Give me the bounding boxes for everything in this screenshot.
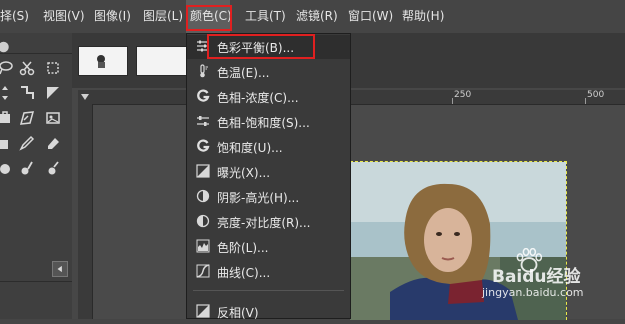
- ruler-label-250: 250: [454, 90, 472, 100]
- menu-item-saturation[interactable]: 饱和度(U)...: [187, 135, 350, 159]
- horizontal-ruler[interactable]: [92, 90, 625, 105]
- move-icon[interactable]: [0, 82, 16, 104]
- colors-menu-dropdown: 色彩平衡(B)... 色温(E)... 色相-浓度(C)... 色相-饱和度(S…: [186, 33, 351, 320]
- menu-item-color-temperature[interactable]: 色温(E)...: [187, 60, 350, 84]
- menu-item-label: 色温(E)...: [217, 66, 270, 80]
- menu-item-label: 曲线(C)...: [217, 266, 271, 280]
- menu-windows[interactable]: 窗口(W): [348, 0, 393, 33]
- menu-item-label: 反相(V): [217, 306, 259, 320]
- menu-item-label: 色彩平衡(B)...: [217, 41, 295, 55]
- menu-item-label: 色相-饱和度(S)...: [217, 116, 310, 130]
- perspective-icon[interactable]: [42, 107, 64, 129]
- menu-colors[interactable]: 颜色(C): [186, 0, 230, 33]
- ruler-label-500: 500: [587, 90, 605, 100]
- clone-icon[interactable]: [0, 157, 16, 179]
- image-tab-thumbnail[interactable]: [78, 46, 128, 76]
- menu-tools[interactable]: 工具(T): [245, 0, 286, 33]
- paintbrush-icon[interactable]: [16, 132, 38, 154]
- align-icon[interactable]: [16, 82, 38, 104]
- menu-image[interactable]: 图像(I): [94, 0, 131, 33]
- menu-item-label: 饱和度(U)...: [217, 141, 283, 155]
- menu-item-exposure[interactable]: 曝光(X)...: [187, 160, 350, 184]
- menu-item-levels[interactable]: 色阶(L)...: [187, 235, 350, 259]
- gegl-icon: [196, 89, 210, 103]
- watermark-brand: Baidu经验: [492, 267, 581, 287]
- menu-item-invert[interactable]: 反相(V): [187, 300, 350, 324]
- levels-icon: [196, 239, 210, 253]
- toolbox: [0, 33, 72, 319]
- menu-item-color-balance[interactable]: 色彩平衡(B)...: [187, 35, 350, 59]
- toolbox-divider-bottom: [0, 281, 72, 282]
- menu-filters[interactable]: 滤镜(R): [296, 0, 338, 33]
- lasso-icon[interactable]: [0, 57, 16, 79]
- dodge-burn-icon[interactable]: [42, 157, 64, 179]
- image-tab-thumbnail-2[interactable]: [136, 46, 188, 76]
- menu-item-label: 曝光(X)...: [217, 166, 271, 180]
- menu-item-curves[interactable]: 曲线(C)...: [187, 260, 350, 284]
- menu-separator: [193, 290, 344, 291]
- menu-item-hue-chroma[interactable]: 色相-浓度(C)...: [187, 85, 350, 109]
- collapse-arrow-icon[interactable]: [52, 261, 68, 277]
- scissors-icon[interactable]: [16, 57, 38, 79]
- invert-icon: [196, 304, 210, 318]
- baidu-watermark: Baidu经验 jingyan.baidu.com: [452, 248, 622, 308]
- brightness-contrast-icon: [196, 214, 210, 228]
- hue-saturation-icon: [196, 114, 210, 128]
- watermark-url: jingyan.baidu.com: [482, 286, 584, 299]
- paint-bucket-icon[interactable]: [0, 132, 16, 154]
- shadows-highlights-icon: [196, 189, 210, 203]
- ruler-tick: [452, 98, 453, 104]
- menu-item-hue-saturation[interactable]: 色相-饱和度(S)...: [187, 110, 350, 134]
- tool-paint-icon[interactable]: [0, 36, 14, 58]
- color-balance-icon: [196, 39, 210, 53]
- menu-item-label: 色阶(L)...: [217, 241, 269, 255]
- menu-item-label: 亮度-对比度(R)...: [217, 216, 311, 230]
- menu-help[interactable]: 帮助(H): [402, 0, 444, 33]
- ruler-corner-button[interactable]: [78, 90, 92, 104]
- menu-layer[interactable]: 图层(L): [143, 0, 183, 33]
- gegl-icon: [196, 139, 210, 153]
- menu-item-label: 阴影-高光(H)...: [217, 191, 300, 205]
- unified-transform-icon[interactable]: [0, 107, 16, 129]
- menu-bar: 选择(S) 视图(V) 图像(I) 图层(L) 颜色(C) 工具(T) 滤镜(R…: [0, 0, 625, 33]
- eraser-icon[interactable]: [42, 132, 64, 154]
- menu-select[interactable]: 选择(S): [0, 0, 29, 33]
- menu-item-label: 色相-浓度(C)...: [217, 91, 299, 105]
- warp-icon[interactable]: [16, 107, 38, 129]
- exposure-icon: [196, 164, 210, 178]
- thermometer-icon: [196, 64, 210, 78]
- menu-item-shadows-highlights[interactable]: 阴影-高光(H)...: [187, 185, 350, 209]
- curves-icon: [196, 264, 210, 278]
- menu-view[interactable]: 视图(V): [43, 0, 85, 33]
- menu-item-brightness-contrast[interactable]: 亮度-对比度(R)...: [187, 210, 350, 234]
- fuzzy-select-icon[interactable]: [42, 57, 64, 79]
- toolbox-divider: [0, 53, 72, 54]
- smudge-icon[interactable]: [16, 157, 38, 179]
- crop-icon[interactable]: [42, 82, 64, 104]
- ruler-tick: [585, 98, 586, 104]
- vertical-ruler[interactable]: [78, 104, 93, 319]
